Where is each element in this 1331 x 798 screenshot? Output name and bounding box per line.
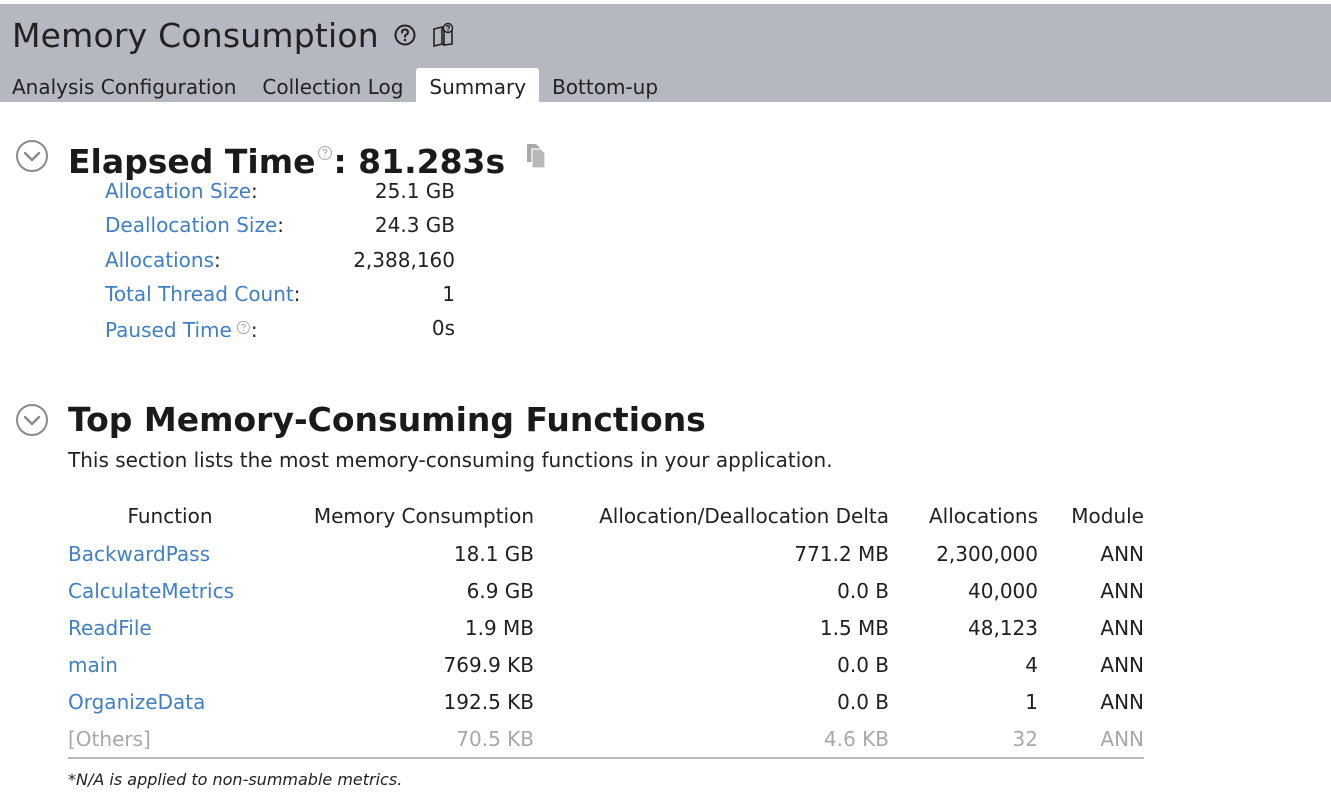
module-cell: ANN: [1100, 541, 1144, 566]
delta-cell: 0.0 B: [837, 578, 889, 603]
metric-value: 1: [442, 282, 455, 306]
function-link[interactable]: BackwardPass: [68, 535, 272, 572]
elapsed-time-help-icon[interactable]: [317, 130, 333, 169]
allocations-cell: 4: [1025, 652, 1038, 677]
copy-icon[interactable]: [523, 142, 549, 170]
allocations-cell: 1: [1025, 689, 1038, 714]
module-cell: ANN: [1100, 726, 1144, 751]
function-link[interactable]: main: [68, 646, 272, 683]
open-documentation-icon[interactable]: [431, 22, 457, 48]
elapsed-time-header: Elapsed Time: 81.283s: [14, 130, 549, 181]
metric-allocation-size: Allocation Size: 25.1 GB: [105, 179, 455, 203]
delta-cell: 771.2 MB: [794, 541, 889, 566]
tab-bottom-up[interactable]: Bottom-up: [539, 68, 671, 106]
section-description: This section lists the most memory-consu…: [68, 448, 833, 472]
table-row: ReadFile 1.9 MB 1.5 MB 48,123 ANN: [68, 609, 1144, 646]
metric-paused-time: Paused Time: 0s: [105, 316, 455, 342]
metric-label[interactable]: Allocation Size: [105, 179, 251, 203]
table-row: OrganizeData 192.5 KB 0.0 B 1 ANN: [68, 683, 1144, 720]
memory-cell: 6.9 GB: [466, 578, 534, 603]
delta-cell: 0.0 B: [837, 689, 889, 714]
tab-bar: Analysis Configuration Collection Log Su…: [0, 66, 671, 106]
metric-total-thread-count: Total Thread Count: 1: [105, 282, 455, 306]
top-functions-table: Function Memory Consumption Allocation/D…: [68, 497, 1144, 757]
title-row: Memory Consumption: [12, 14, 457, 56]
memory-cell: 192.5 KB: [443, 689, 534, 714]
window-header: Memory Consumption Analysis Configuratio…: [0, 0, 1331, 106]
tab-summary[interactable]: Summary: [416, 68, 540, 106]
collapse-section-icon[interactable]: [14, 138, 50, 174]
allocations-cell: 40,000: [968, 578, 1038, 603]
top-functions-title: Top Memory-Consuming Functions: [68, 400, 706, 439]
metric-label[interactable]: Deallocation Size: [105, 213, 277, 237]
table-header-row: Function Memory Consumption Allocation/D…: [68, 497, 1144, 535]
top-functions-header: Top Memory-Consuming Functions: [14, 400, 706, 439]
memory-cell: 18.1 GB: [453, 541, 534, 566]
footnote: *N/A is applied to non-summable metrics.: [68, 770, 403, 789]
table-row-others: [Others] 70.5 KB 4.6 KB 32 ANN: [68, 720, 1144, 757]
module-cell: ANN: [1100, 689, 1144, 714]
table-row: BackwardPass 18.1 GB 771.2 MB 2,300,000 …: [68, 535, 1144, 572]
column-header-memory-consumption[interactable]: Memory Consumption: [272, 497, 534, 535]
page-title: Memory Consumption: [12, 15, 379, 55]
metric-label[interactable]: Total Thread Count: [105, 282, 294, 306]
module-cell: ANN: [1100, 615, 1144, 640]
tab-analysis-configuration[interactable]: Analysis Configuration: [0, 68, 249, 106]
help-icon[interactable]: [393, 23, 417, 47]
metric-value: 24.3 GB: [374, 213, 455, 237]
collapse-section-icon[interactable]: [14, 402, 50, 438]
column-header-function[interactable]: Function: [68, 497, 272, 535]
column-header-delta[interactable]: Allocation/Deallocation Delta: [534, 497, 889, 535]
module-cell: ANN: [1100, 652, 1144, 677]
table-row: main 769.9 KB 0.0 B 4 ANN: [68, 646, 1144, 683]
table-bottom-divider: [68, 757, 1144, 759]
module-cell: ANN: [1100, 578, 1144, 603]
metric-allocations: Allocations: 2,388,160: [105, 248, 455, 272]
table-row: CalculateMetrics 6.9 GB 0.0 B 40,000 ANN: [68, 572, 1144, 609]
delta-cell: 1.5 MB: [819, 615, 889, 640]
metric-label[interactable]: Allocations: [105, 248, 214, 272]
elapsed-time-title: Elapsed Time: 81.283s: [68, 130, 505, 181]
delta-cell: 4.6 KB: [824, 726, 889, 751]
allocations-cell: 48,123: [968, 615, 1038, 640]
column-header-module[interactable]: Module: [1038, 497, 1144, 535]
allocations-cell: 32: [1012, 726, 1038, 751]
memory-cell: 70.5 KB: [456, 726, 534, 751]
delta-cell: 0.0 B: [837, 652, 889, 677]
metric-value: 0s: [431, 316, 455, 340]
function-link[interactable]: CalculateMetrics: [68, 572, 272, 609]
memory-cell: 769.9 KB: [443, 652, 534, 677]
others-label: [Others]: [68, 726, 151, 751]
metric-deallocation-size: Deallocation Size: 24.3 GB: [105, 213, 455, 237]
column-header-allocations[interactable]: Allocations: [889, 497, 1038, 535]
allocations-cell: 2,300,000: [936, 541, 1038, 566]
function-link[interactable]: ReadFile: [68, 609, 272, 646]
function-link[interactable]: OrganizeData: [68, 683, 272, 720]
memory-cell: 1.9 MB: [464, 615, 534, 640]
paused-time-help-icon[interactable]: [236, 316, 251, 340]
metric-label[interactable]: Paused Time: [105, 318, 232, 342]
metric-value: 25.1 GB: [374, 179, 455, 203]
metric-value: 2,388,160: [353, 248, 455, 272]
tab-collection-log[interactable]: Collection Log: [249, 68, 416, 106]
